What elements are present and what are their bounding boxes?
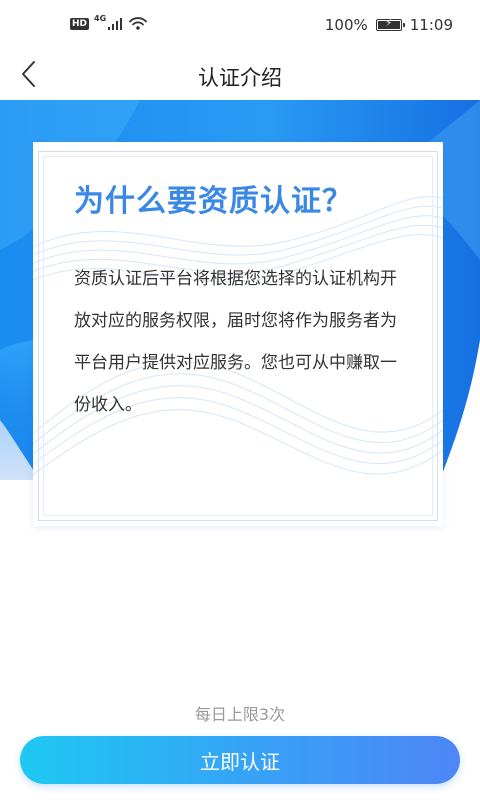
card-body-text: 资质认证后平台将根据您选择的认证机构开放对应的服务权限，届时您将作为服务者为平台… <box>74 269 397 415</box>
nav-bar: 认证介绍 <box>0 52 480 100</box>
screen: HD 4G 100% ⚡ 11:09 认证介绍 为什么要资质认证？ 资质认证后平… <box>0 0 480 800</box>
battery-icon: ⚡ <box>375 18 405 31</box>
battery-percent: 100% <box>324 16 368 34</box>
status-bar: HD 4G 100% ⚡ 11:09 <box>0 0 480 52</box>
clock: 11:09 <box>409 16 453 34</box>
charging-bolt-icon: ⚡ <box>385 18 393 29</box>
wifi-icon <box>129 17 148 30</box>
daily-limit-note: 每日上限3次 <box>194 705 286 724</box>
status-left: HD 4G <box>70 14 148 30</box>
info-card: 为什么要资质认证？ 资质认证后平台将根据您选择的认证机构开放对应的服务权限，届时… <box>33 142 443 526</box>
page-title: 认证介绍 <box>198 66 282 90</box>
certify-now-button[interactable]: 立即认证 <box>20 736 460 784</box>
signal-icon <box>108 17 123 30</box>
network-type: 4G <box>94 14 107 23</box>
card-heading: 为什么要资质认证？ <box>74 184 353 219</box>
hd-badge: HD <box>70 17 90 30</box>
status-right: 100% ⚡ 11:09 <box>325 16 453 34</box>
